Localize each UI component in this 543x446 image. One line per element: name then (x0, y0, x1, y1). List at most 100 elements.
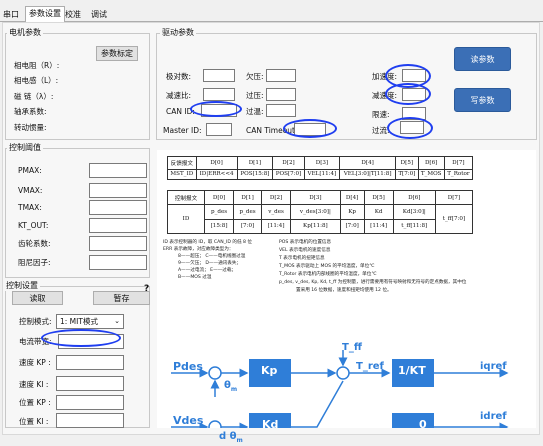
sum-junction-pos (208, 366, 222, 380)
table-cell: T[7:0] (395, 168, 419, 181)
position-ki-label: 位置 KI : (19, 417, 49, 426)
annotation-circle-current-bandwidth (41, 329, 121, 347)
table-cell: [11:4] (261, 218, 292, 234)
table-cell: Kp (339, 204, 365, 220)
tab-param-settings[interactable]: 参数设置 (25, 6, 65, 22)
pdes-label: Pdes (173, 360, 203, 373)
speed-ki-label: 速度 KI : (19, 380, 49, 389)
phase-inductance-label: 相电感（L）: (14, 76, 59, 85)
table-cell: Kd (363, 204, 394, 220)
note-right-6: 置采用 16 位数据，速度和扭矩均使用 12 位。 (296, 288, 392, 293)
position-ki-input[interactable] (56, 413, 124, 428)
table-cell: D[4] (339, 190, 365, 205)
pmax-input[interactable] (89, 163, 147, 178)
gear-coeff-label: 齿轮系数: (18, 239, 51, 248)
undervoltage-label: 欠压: (246, 72, 264, 81)
sum-junction-torque (336, 366, 350, 380)
help-icon[interactable]: ? (144, 284, 149, 294)
table-cell: [7:0] (233, 218, 263, 234)
table-cell: VEL[3:0]|T[11:8] (339, 168, 397, 181)
flux-linkage-label: 磁 链（λ）: (14, 92, 54, 101)
table-cell: v_des (261, 204, 292, 220)
calibrate-params-button[interactable]: 参数标定 (96, 46, 138, 61)
table-cell: p_des (204, 204, 235, 220)
damping-label: 阻尼因子: (18, 258, 51, 267)
line-kd-to-sum (291, 380, 344, 428)
control-mode-select[interactable]: 1: MIT模式 ⌄ (56, 314, 124, 329)
overvoltage-input[interactable] (266, 88, 296, 101)
note-right-4: T_Rotor 表示电机内部线圈的平均温度，单位℃ (279, 272, 377, 277)
vdes-label: Vdes (173, 414, 204, 427)
control-mode-value: 1: MIT模式 (60, 317, 98, 326)
note-left-0: ID 表示控制器的 ID，取 CAN_ID 的低 8 位 (163, 240, 252, 245)
note-right-3: T_MOS 表示驱动上 MOS 的平均温度，单位℃ (279, 264, 375, 269)
control-settings-title: 控制设置 (4, 281, 40, 291)
table-cell: D[3] (290, 190, 341, 205)
note-left-2: 8——超压； C——电机线圈过温 (178, 254, 246, 259)
tref-label: T_ref (356, 361, 384, 372)
chevron-down-icon: ⌄ (114, 317, 120, 325)
note-left-3: 9——欠压； D——通讯丢失； (178, 261, 242, 266)
gear-coeff-input[interactable] (89, 236, 147, 251)
table-cell: ID (166, 204, 206, 234)
theta-m-label: θm (224, 380, 238, 394)
damping-input[interactable] (89, 255, 147, 270)
table-cell: 反馈报文 (167, 156, 197, 170)
tab-debug[interactable]: 调试 (88, 8, 110, 22)
iqref-label: iqref (480, 361, 507, 372)
inertia-label: 转动惯量: (14, 123, 47, 132)
table-cell: T_MOS (417, 168, 445, 181)
table-cell: D[6] (392, 190, 436, 205)
write-params-button[interactable]: 写参数 (454, 88, 511, 112)
annotation-circle-can-timeout (283, 119, 337, 138)
feedback-frame-table: 反馈报文 D[0] D[1] D[2] D[3] D[4] D[5] D[6] … (167, 156, 474, 181)
note-right-0: POS 表示电机的位置信息 (279, 240, 332, 245)
read-params-button[interactable]: 读参数 (454, 47, 511, 71)
speed-ki-input[interactable] (56, 376, 124, 391)
table-cell: D[1] (233, 190, 263, 205)
zero-block (392, 413, 434, 428)
table-cell: VEL[11:4] (303, 168, 341, 181)
note-right-2: T 表示电机的扭矩信息 (279, 256, 325, 261)
table-cell: D[6] (417, 156, 445, 170)
stash-control-button[interactable]: 暂存 (93, 291, 150, 305)
master-id-input[interactable] (206, 123, 232, 136)
undervoltage-input[interactable] (266, 69, 296, 82)
read-control-button[interactable]: 读取 (12, 291, 63, 305)
table-cell: [15:8] (204, 218, 235, 234)
pmax-label: PMAX: (18, 166, 42, 175)
inv-kt-label: 1/KT (398, 364, 426, 377)
gear-ratio-input[interactable] (203, 88, 235, 101)
pole-pairs-label: 极对数: (166, 72, 192, 81)
speed-kp-input[interactable] (56, 355, 124, 370)
annotation-circle-can-id (190, 101, 242, 117)
table-cell: POS[7:0] (272, 168, 305, 181)
vmax-input[interactable] (89, 183, 147, 198)
tab-calibration[interactable]: 校准 (62, 8, 84, 22)
table-cell: D[2] (272, 156, 305, 170)
table-cell: D[7] (434, 190, 474, 205)
table-cell: Kp[11:8] (290, 218, 341, 234)
table-cell: D[2] (261, 190, 292, 205)
note-left-5: B——MOS 过温 (178, 275, 212, 280)
tmax-input[interactable] (89, 200, 147, 215)
tab-serial[interactable]: 串口 (0, 8, 22, 22)
annotation-circle-deceleration (385, 83, 431, 105)
table-cell: t_ff[7:0] (434, 204, 474, 234)
table-cell: D[0] (204, 190, 235, 205)
position-kp-input[interactable] (56, 395, 124, 410)
table-cell: D[1] (236, 156, 274, 170)
table-cell: MST_ID (167, 168, 197, 181)
tmax-label: TMAX: (18, 203, 42, 212)
tab-bar: 串口 参数设置 校准 调试 (0, 6, 543, 22)
drive-params-title: 驱动参数 (160, 28, 196, 38)
table-cell: D[5] (363, 190, 394, 205)
speed-limit-label: 限速: (372, 110, 390, 119)
table-cell: v_des[3:0]| (290, 204, 341, 220)
table-cell: D[3] (303, 156, 341, 170)
pole-pairs-input[interactable] (203, 69, 235, 82)
tff-label: T_ff (342, 342, 362, 353)
overtemp-input[interactable] (266, 104, 296, 117)
table-cell: POS[15:8] (236, 168, 274, 181)
kt-out-input[interactable] (89, 218, 147, 233)
